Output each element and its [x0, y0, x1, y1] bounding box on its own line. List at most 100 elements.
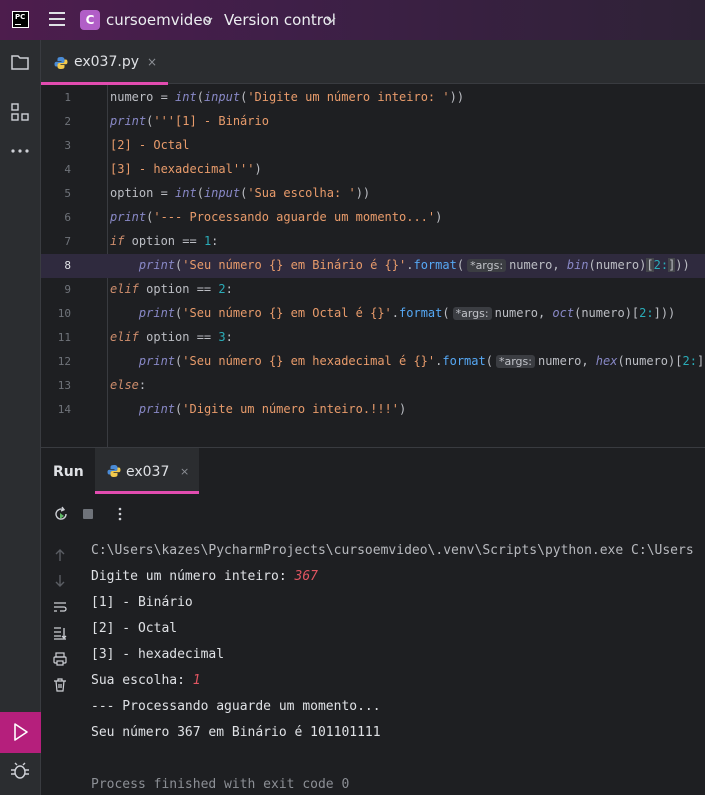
parameter-hint: *args: — [495, 355, 535, 368]
code-token: 3 — [218, 330, 226, 344]
run-tool-icon[interactable] — [9, 721, 31, 743]
debug-icon[interactable] — [9, 760, 31, 782]
code-token: 'Digite um número inteiro: ' — [247, 90, 450, 104]
tab-close-icon[interactable]: × — [147, 55, 157, 69]
code-token: option == — [138, 330, 219, 344]
console-line: --- Processando aguarde um momento... — [91, 699, 381, 714]
code-token: numero, — [494, 306, 553, 320]
arrow-down-icon[interactable] — [52, 573, 68, 589]
more-tools-icon[interactable] — [9, 140, 31, 162]
code-line[interactable]: 7 if option == 1: — [41, 230, 705, 254]
console-command-line: C:\Users\kazes\PycharmProjects\cursoemvi… — [91, 543, 694, 558]
code-line[interactable]: 4 [3] - hexadecimal''') — [41, 158, 705, 182]
version-control-menu[interactable]: Version control — [224, 11, 336, 29]
code-token: 'Seu número {} em hexadecimal é {}' — [182, 354, 436, 368]
code-line[interactable]: 14 print('Digite um número inteiro.!!!') — [41, 398, 705, 422]
code-line[interactable]: 13 else: — [41, 374, 705, 398]
logo-text: PC — [15, 13, 26, 21]
code-token: option == — [138, 282, 219, 296]
run-tab-close-icon[interactable]: × — [180, 465, 189, 478]
line-number: 5 — [64, 187, 71, 200]
arrow-up-icon[interactable] — [52, 547, 68, 563]
code-line[interactable]: 2 print('''[1] - Binário — [41, 110, 705, 134]
code-token: int — [175, 186, 197, 200]
line-number: 11 — [57, 331, 71, 344]
code-token: 'Digite um número inteiro.!!!' — [182, 402, 400, 416]
editor-tab-bar: ex037.py × — [41, 40, 705, 85]
pycharm-logo-icon[interactable]: PC — [12, 11, 29, 28]
tab-ex037-py[interactable]: ex037.py × — [41, 40, 168, 85]
console-line: [2] - Octal — [91, 621, 178, 636]
code-editor[interactable]: 1 numero = int(input('Digite um número i… — [41, 85, 705, 447]
python-file-icon — [107, 465, 121, 477]
project-name[interactable]: cursoemvideo — [106, 11, 212, 29]
left-tool-strip — [0, 40, 41, 795]
main-menu-icon[interactable] — [49, 12, 65, 26]
code-token: '--- Processando aguarde um momento...' — [153, 210, 436, 224]
code-token: hex — [595, 354, 618, 368]
code-token: '''[1] - Binário — [153, 114, 269, 128]
folder-icon[interactable] — [9, 51, 31, 73]
code-token: print — [138, 402, 176, 416]
run-panel: Run ex037 × C:\Users\kazes\PycharmProjec… — [41, 447, 705, 795]
line-number: 8 — [64, 259, 71, 272]
code-token: numero — [595, 258, 640, 272]
code-token: [3] - hexadecimal''' — [110, 162, 255, 176]
scroll-to-end-icon[interactable] — [52, 625, 68, 641]
code-token: 'Seu número {} em Binário é {}' — [182, 258, 407, 272]
project-chevron-down-icon[interactable] — [203, 15, 213, 25]
code-line[interactable]: 1 numero = int(input('Digite um número i… — [41, 86, 705, 110]
line-number: 2 — [64, 115, 71, 128]
code-token: numero — [581, 306, 625, 320]
code-line[interactable]: 12 print('Seu número {} em hexadecimal é… — [41, 350, 705, 374]
structure-icon[interactable] — [9, 101, 31, 123]
code-token: numero = — [110, 90, 176, 104]
code-token: print — [110, 114, 147, 128]
code-line[interactable]: 3 [2] - Octal — [41, 134, 705, 158]
code-line[interactable]: 5 option = int(input('Sua escolha: ')) — [41, 182, 705, 206]
code-token: option == — [124, 234, 204, 248]
soft-wrap-icon[interactable] — [52, 599, 68, 615]
code-token: 2: — [682, 354, 697, 368]
console-line: [1] - Binário — [91, 595, 193, 610]
code-line[interactable]: 9 elif option == 2: — [41, 278, 705, 302]
code-token: 'Sua escolha: ' — [247, 186, 356, 200]
code-token: elif — [110, 330, 139, 344]
rerun-icon[interactable] — [53, 506, 69, 522]
print-icon[interactable] — [52, 651, 68, 667]
console-result-line: Seu número 367 em Binário é 101101111 — [91, 725, 381, 740]
run-panel-title: Run — [53, 464, 84, 480]
code-token: 2: — [639, 306, 654, 320]
console-user-input: 1 — [192, 673, 201, 688]
code-token: format — [442, 354, 486, 368]
code-token: [2] - Octal — [110, 138, 190, 152]
console-line: Digite um número inteiro: 367 — [91, 569, 318, 584]
code-token: numero, — [509, 258, 567, 272]
more-options-icon[interactable] — [112, 506, 128, 522]
code-line[interactable]: 10 print('Seu número {} em Octal é {}'.f… — [41, 302, 705, 326]
code-token: print — [110, 210, 147, 224]
code-token: 2: — [653, 258, 669, 272]
stop-icon[interactable] — [80, 506, 96, 522]
line-number: 14 — [57, 403, 71, 416]
title-bar: PC C cursoemvideo Version control — [0, 0, 705, 40]
code-token: elif — [110, 282, 139, 296]
code-line[interactable]: 6 print('--- Processando aguarde um mome… — [41, 206, 705, 230]
parameter-hint: *args: — [452, 307, 492, 320]
code-token: 2 — [218, 282, 226, 296]
code-line[interactable]: 11 elif option == 3: — [41, 326, 705, 350]
run-tab-ex037[interactable]: ex037 × — [95, 448, 199, 494]
code-token: if — [110, 234, 125, 248]
project-badge[interactable]: C — [80, 10, 100, 30]
code-token: input — [203, 186, 241, 200]
code-token: else — [110, 378, 139, 392]
console-exit-status: Process finished with exit code 0 — [91, 777, 350, 792]
vcs-chevron-down-icon[interactable] — [326, 15, 336, 25]
code-line-current[interactable]: 8 print('Seu número {} em Binário é {}'.… — [41, 254, 705, 278]
trash-icon[interactable] — [52, 677, 68, 693]
console-prompt: Digite um número inteiro: — [91, 569, 295, 584]
console-prompt: Sua escolha: — [91, 673, 193, 688]
tab-label: ex037.py — [74, 54, 139, 70]
code-token: numero, — [537, 354, 596, 368]
code-token: print — [138, 306, 176, 320]
